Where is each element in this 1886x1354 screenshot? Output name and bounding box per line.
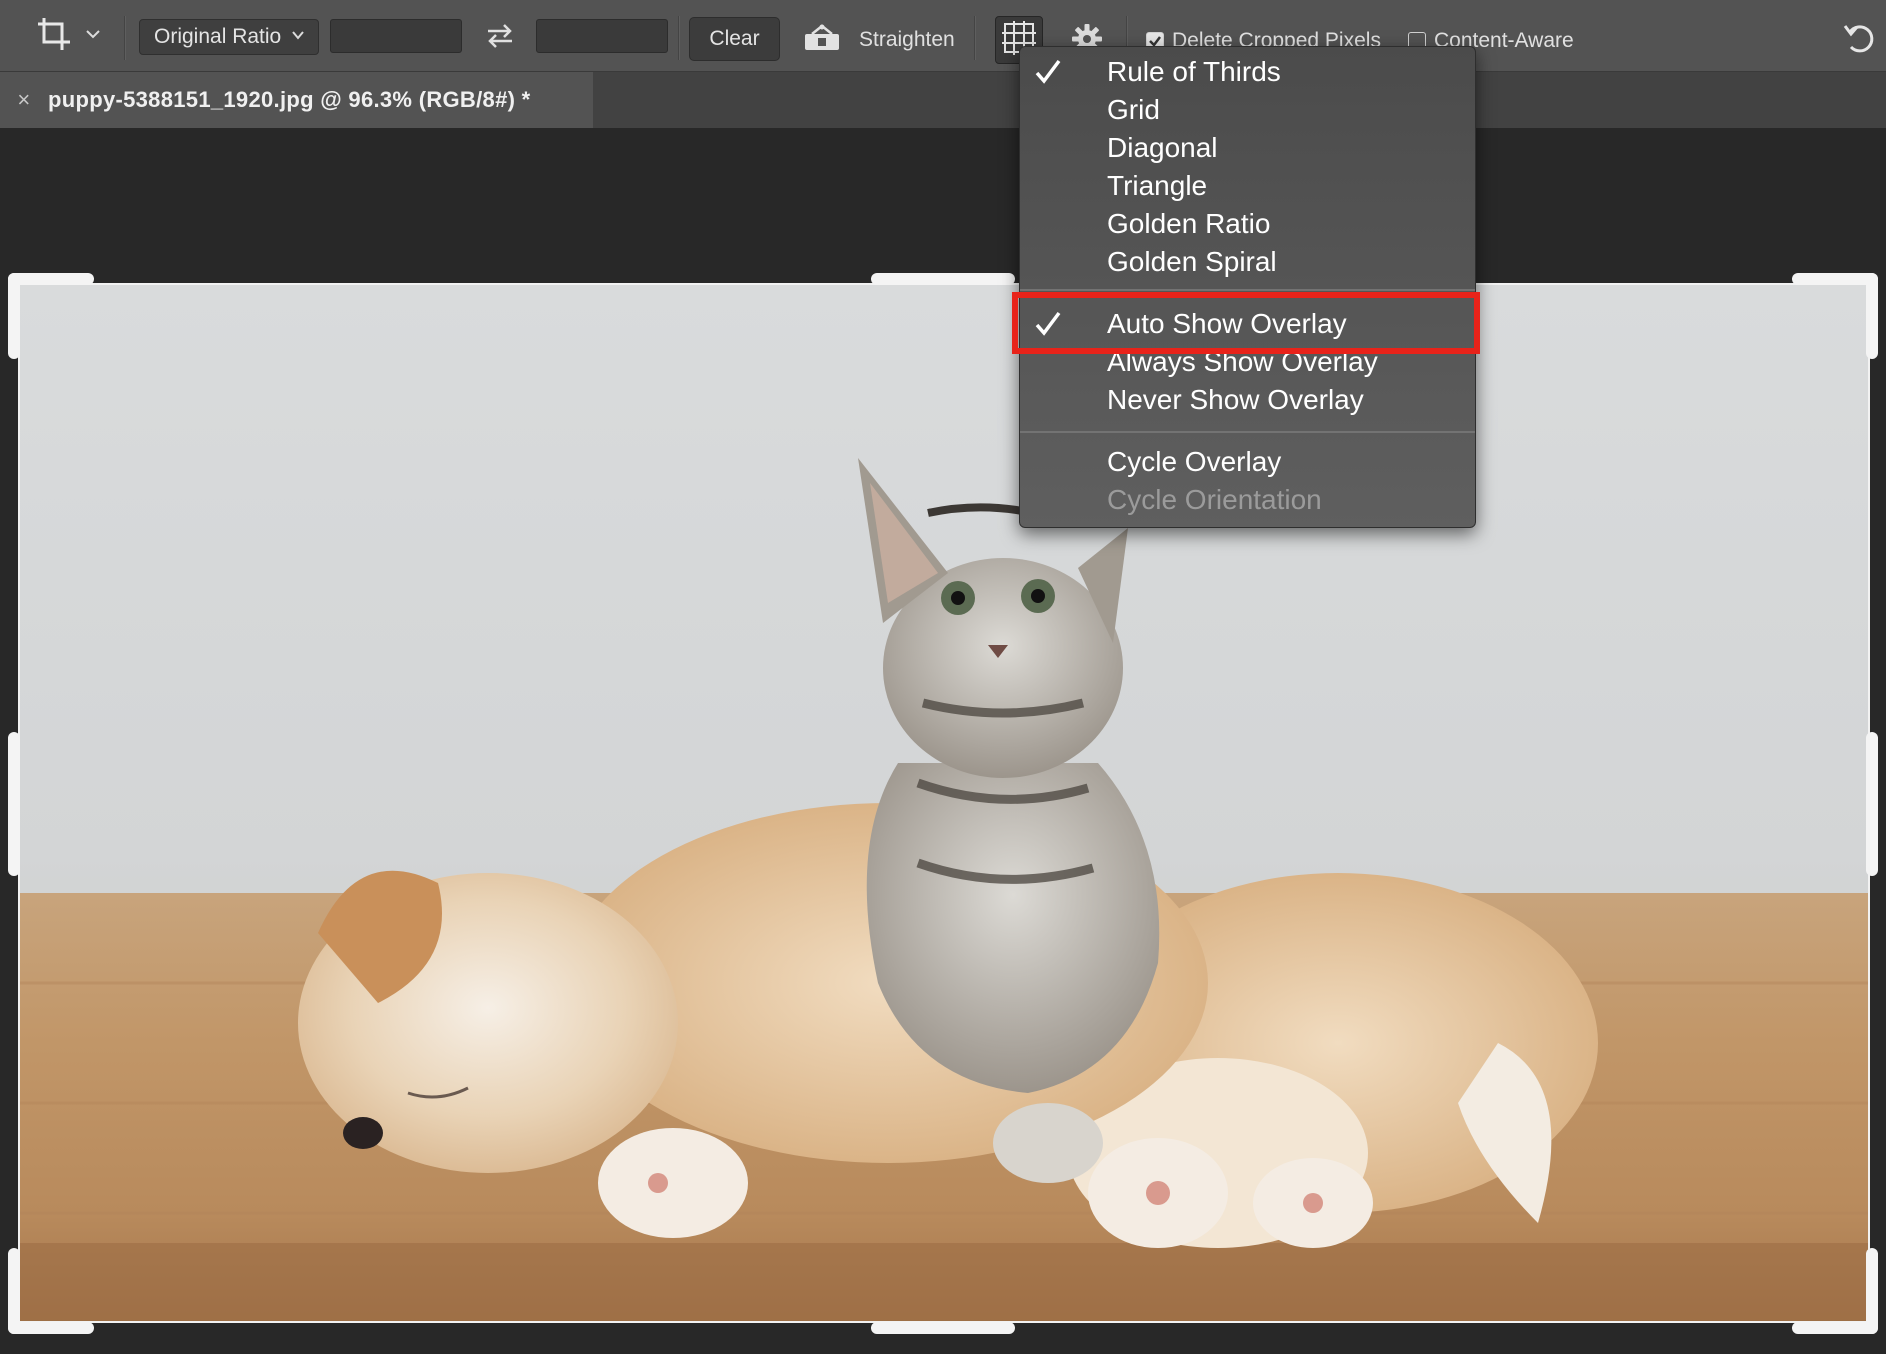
checkmark-icon <box>1032 56 1064 88</box>
menu-item-cycle-overlay[interactable]: Cycle Overlay <box>1020 443 1475 481</box>
straighten-button[interactable]: Straighten <box>803 18 955 62</box>
document-tab-title: puppy-5388151_1920.jpg @ 96.3% (RGB/8#) … <box>48 87 531 112</box>
straighten-icon <box>803 22 841 58</box>
menu-item-triangle[interactable]: Triangle <box>1020 167 1475 205</box>
menu-item-label: Grid <box>1107 94 1160 125</box>
menu-item-label: Rule of Thirds <box>1107 56 1281 87</box>
swap-icon[interactable] <box>482 18 518 54</box>
width-input[interactable] <box>330 19 462 53</box>
divider <box>124 16 126 60</box>
reset-icon[interactable] <box>1842 20 1878 56</box>
straighten-label: Straighten <box>859 28 955 51</box>
menu-item-always-show-overlay[interactable]: Always Show Overlay <box>1020 343 1475 381</box>
crop-handle-bottom-left[interactable] <box>8 1322 94 1334</box>
overlay-options-menu: Rule of Thirds Grid Diagonal Triangle Go… <box>1019 46 1476 528</box>
document-tab-bar: × puppy-5388151_1920.jpg @ 96.3% (RGB/8#… <box>0 72 1886 128</box>
crop-handle-top[interactable] <box>871 273 1015 285</box>
divider <box>974 16 976 60</box>
divider <box>678 16 680 60</box>
menu-item-diagonal[interactable]: Diagonal <box>1020 129 1475 167</box>
menu-item-label: Triangle <box>1107 170 1208 201</box>
crop-handle-bottom-right[interactable] <box>1866 1248 1878 1334</box>
document-tab[interactable]: × puppy-5388151_1920.jpg @ 96.3% (RGB/8#… <box>0 72 593 128</box>
menu-item-grid[interactable]: Grid <box>1020 91 1475 129</box>
menu-item-cycle-orientation: Cycle Orientation <box>1020 481 1475 519</box>
menu-item-label: Never Show Overlay <box>1107 384 1364 415</box>
chevron-down-icon <box>84 25 102 48</box>
menu-item-label: Always Show Overlay <box>1107 346 1378 377</box>
crop-handle-top-left[interactable] <box>8 273 20 359</box>
checkmark-icon <box>1032 308 1064 340</box>
menu-item-golden-ratio[interactable]: Golden Ratio <box>1020 205 1475 243</box>
ratio-select-label: Original Ratio <box>154 25 282 48</box>
menu-item-label: Diagonal <box>1107 132 1218 163</box>
menu-item-never-show-overlay[interactable]: Never Show Overlay <box>1020 381 1475 419</box>
clear-button[interactable]: Clear <box>689 17 780 61</box>
options-bar: Original Ratio Clear Straighten Delete C… <box>0 0 1886 72</box>
height-input[interactable] <box>536 19 668 53</box>
close-tab-icon[interactable]: × <box>0 87 48 113</box>
menu-item-label: Cycle Overlay <box>1107 446 1282 477</box>
crop-handle-top-right[interactable] <box>1866 273 1878 359</box>
document-image <box>18 283 1870 1323</box>
chevron-down-icon <box>290 25 306 49</box>
menu-divider <box>1020 289 1475 291</box>
menu-item-label: Golden Spiral <box>1107 246 1277 277</box>
crop-icon <box>34 14 74 59</box>
menu-item-auto-show-overlay[interactable]: Auto Show Overlay <box>1020 305 1475 343</box>
menu-item-rule-of-thirds[interactable]: Rule of Thirds <box>1020 53 1475 91</box>
menu-item-golden-spiral[interactable]: Golden Spiral <box>1020 243 1475 281</box>
crop-handle-top-left[interactable] <box>8 273 94 285</box>
menu-item-label: Cycle Orientation <box>1107 484 1322 515</box>
menu-item-label: Golden Ratio <box>1107 208 1271 239</box>
crop-handle-bottom-left[interactable] <box>8 1248 20 1334</box>
crop-handle-left[interactable] <box>8 732 20 876</box>
aspect-ratio-select[interactable]: Original Ratio <box>139 19 319 55</box>
menu-divider <box>1020 431 1475 433</box>
menu-item-label: Auto Show Overlay <box>1107 308 1347 339</box>
crop-handle-right[interactable] <box>1866 732 1878 876</box>
crop-tool-preset-picker[interactable] <box>34 14 122 58</box>
crop-handle-bottom[interactable] <box>871 1322 1015 1334</box>
